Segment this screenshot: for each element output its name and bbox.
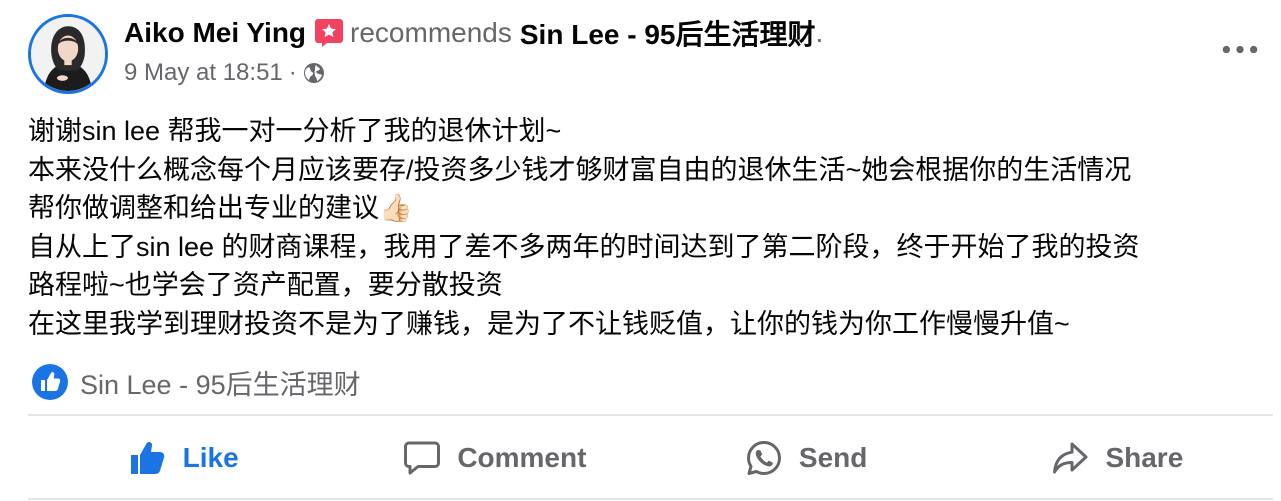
share-button[interactable]: Share <box>962 418 1273 498</box>
post-text-line: 路程啦~也学会了资产配置，要分散投资 <box>28 270 503 300</box>
author-name[interactable]: Aiko Mei Ying <box>124 17 306 49</box>
like-label: Like <box>182 442 239 473</box>
reaction-summary[interactable]: Sin Lee - 95后生活理财 <box>32 362 361 402</box>
post-text-line: 在这里我学到理财投资不是为了赚钱，是为了不让钱贬值，让你的钱为你工作慢慢升值~ <box>28 308 1070 339</box>
recommended-page-link[interactable]: Sin Lee - 95后生活理财 <box>520 13 816 53</box>
header-period: . <box>815 17 824 48</box>
post-text: 谢谢sin lee 帮我一对一分析了我的退休计划~ 本来没什么概念每个月应该要存… <box>28 112 1273 343</box>
comment-icon <box>404 441 441 475</box>
comment-label: Comment <box>457 442 587 473</box>
comment-button[interactable]: Comment <box>339 418 650 498</box>
divider <box>28 498 1273 500</box>
whatsapp-icon <box>746 441 781 475</box>
send-button[interactable]: Send <box>651 418 962 498</box>
post-text-line: 帮你做调整和给出专业的建议👍🏻 <box>28 193 413 223</box>
post-options-button[interactable] <box>1218 34 1262 64</box>
divider <box>28 414 1273 416</box>
share-icon <box>1053 442 1088 474</box>
tagged-page-name[interactable]: Sin Lee - 95后生活理财 <box>80 363 361 402</box>
like-button[interactable]: Like <box>28 418 339 498</box>
globe-icon[interactable] <box>303 62 325 84</box>
post-text-line: 本来没什么概念每个月应该要存/投资多少钱才够财富自由的退休生活~她会根据你的生活… <box>28 154 1132 185</box>
recommend-badge-icon <box>315 19 344 47</box>
post-text-line: 自从上了sin lee 的财商课程，我用了差不多两年的时间达到了第二阶段，终于开… <box>28 231 1140 262</box>
thumbs-up-icon <box>130 442 164 474</box>
meta-separator: · <box>288 59 297 86</box>
more-options-icon <box>1222 45 1258 53</box>
post-actions: Like Comment Send Share <box>28 418 1273 498</box>
post-header: Aiko Mei Ying recommends Sin Lee - 95后生活… <box>124 14 823 52</box>
share-label: Share <box>1105 442 1184 473</box>
post-text-line: 谢谢sin lee 帮我一对一分析了我的退休计划~ <box>28 116 562 146</box>
send-label: Send <box>798 442 868 473</box>
author-avatar[interactable] <box>28 14 108 94</box>
post-meta: 9 May at 18:51 · <box>124 56 325 90</box>
avatar-photo <box>31 17 105 91</box>
like-reaction-icon <box>32 364 68 400</box>
recommends-text: recommends <box>350 17 512 48</box>
post-timestamp[interactable]: 9 May at 18:51 <box>124 59 283 87</box>
